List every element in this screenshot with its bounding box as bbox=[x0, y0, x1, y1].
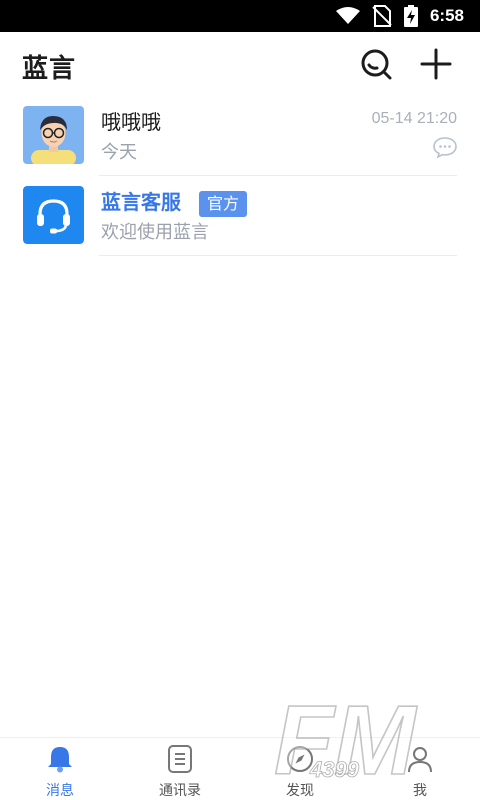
chat-item-user[interactable]: 哦哦哦 今天 05-14 21:20 bbox=[0, 96, 480, 176]
chat-name: 蓝言客服 bbox=[101, 190, 181, 214]
contacts-icon bbox=[168, 745, 192, 773]
compass-icon bbox=[287, 746, 313, 772]
tab-label: 我 bbox=[413, 783, 427, 799]
tab-label: 发现 bbox=[286, 783, 314, 799]
chat-item-customer-service[interactable]: 蓝言客服 官方 欢迎使用蓝言 bbox=[0, 176, 480, 256]
plus-icon bbox=[420, 48, 452, 80]
app-header: 蓝言 bbox=[0, 32, 480, 98]
tab-me[interactable]: 我 bbox=[360, 738, 480, 800]
add-button[interactable] bbox=[418, 46, 454, 82]
status-time: 6:58 bbox=[429, 6, 464, 25]
chat-preview: 欢迎使用蓝言 bbox=[101, 222, 209, 243]
tab-label: 通讯录 bbox=[159, 783, 201, 799]
bell-icon bbox=[48, 747, 72, 773]
search-button[interactable] bbox=[358, 46, 394, 82]
tab-discover[interactable]: 发现 bbox=[240, 738, 360, 800]
page-title: 蓝言 bbox=[22, 54, 77, 84]
chat-time: 05-14 21:20 bbox=[371, 110, 457, 127]
bottom-tab-bar: 消息 通讯录 发现 我 bbox=[0, 737, 480, 800]
wifi-icon bbox=[335, 7, 360, 24]
headset-icon bbox=[23, 186, 84, 244]
chat-name: 哦哦哦 bbox=[101, 110, 161, 134]
chat-preview: 今天 bbox=[101, 142, 137, 163]
divider bbox=[99, 255, 457, 256]
no-sim-icon bbox=[372, 5, 392, 27]
tab-label: 消息 bbox=[46, 783, 74, 799]
search-icon bbox=[361, 49, 392, 80]
official-badge: 官方 bbox=[199, 191, 248, 217]
person-icon bbox=[408, 747, 432, 773]
tab-contacts[interactable]: 通讯录 bbox=[120, 738, 240, 800]
status-bar: 6:58 bbox=[0, 0, 480, 32]
battery-charging-icon bbox=[403, 5, 418, 27]
tab-messages[interactable]: 消息 bbox=[0, 738, 120, 800]
customer-service-avatar bbox=[23, 186, 84, 244]
chat-bubble-icon bbox=[433, 137, 457, 158]
avatar bbox=[23, 106, 84, 164]
